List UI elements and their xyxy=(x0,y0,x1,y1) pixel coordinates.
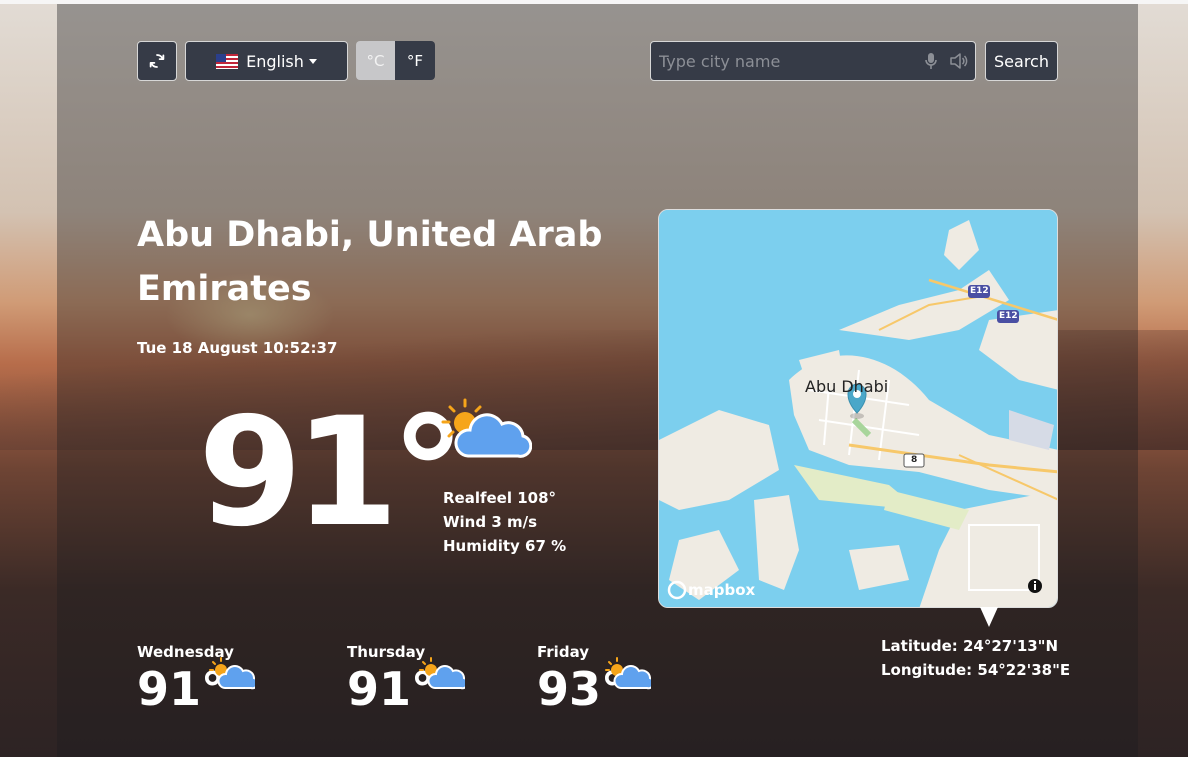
coordinates: Latitude: 24°27'13"N Longitude: 54°22'38… xyxy=(881,634,1070,682)
map-place-label: Abu Dhabi xyxy=(805,377,889,396)
city-search-input[interactable] xyxy=(651,41,919,81)
road-shield-e12-a: E12 xyxy=(970,286,989,296)
city-map[interactable]: Abu Dhabi E12 E12 8 mapbox xyxy=(658,209,1058,608)
refresh-button[interactable] xyxy=(137,41,177,81)
language-label: English xyxy=(246,51,304,71)
celsius-button[interactable]: °C xyxy=(356,41,395,80)
unit-toggle: °C °F xyxy=(356,41,435,80)
road-shield-e12-b: E12 xyxy=(999,311,1018,321)
fahrenheit-button[interactable]: °F xyxy=(395,41,435,80)
caret-down-icon xyxy=(308,58,317,64)
refresh-icon xyxy=(149,54,165,68)
speaker-icon[interactable] xyxy=(947,49,971,73)
sun-cloud-icon xyxy=(419,657,465,690)
us-flag-icon xyxy=(216,53,239,69)
realfeel-value: Realfeel 108° xyxy=(443,489,557,507)
microphone-icon[interactable] xyxy=(919,49,943,73)
sun-cloud-icon xyxy=(605,657,651,690)
forecast-day-1: Wednesday 91° xyxy=(137,643,255,717)
forecast-day-2: Thursday 91° xyxy=(347,643,465,717)
mapbox-logo[interactable]: mapbox xyxy=(688,581,755,599)
longitude-value: Longitude: 54°22'38"E xyxy=(881,661,1071,679)
city-title: Abu Dhabi, United Arab Emirates xyxy=(137,215,603,309)
search-box xyxy=(650,41,976,81)
wind-value: Wind 3 m/s xyxy=(443,513,538,531)
sun-cloud-icon xyxy=(209,657,255,690)
map-canvas xyxy=(659,210,1057,607)
humidity-value: Humidity 67 % xyxy=(443,537,567,555)
language-dropdown[interactable]: English xyxy=(185,41,348,81)
map-pointer xyxy=(980,607,998,627)
current-datetime: Tue 18 August 10:52:37 xyxy=(137,339,338,357)
search-button[interactable]: Search xyxy=(985,41,1058,81)
road-shield-8: 8 xyxy=(911,455,918,465)
weather-details: Realfeel 108° Wind 3 m/s Humidity 67 % xyxy=(443,486,566,558)
latitude-value: Latitude: 24°27'13"N xyxy=(881,637,1059,655)
current-temperature: 91° xyxy=(198,386,466,560)
sun-cloud-icon xyxy=(441,398,532,458)
forecast-day-3: Friday 93° xyxy=(537,643,651,717)
